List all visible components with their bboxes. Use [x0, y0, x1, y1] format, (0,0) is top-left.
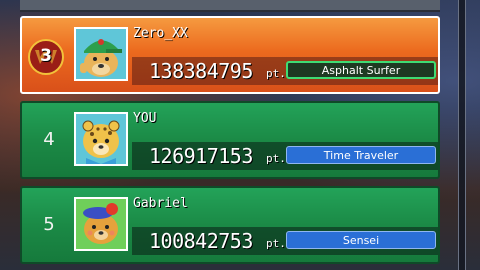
score-unit: pt.	[266, 237, 286, 250]
scrollbar[interactable]	[458, 0, 466, 270]
leaderboard-row-3[interactable]: 3 Zero_XX 138384795 pt. Asphalt Surfer	[20, 16, 440, 94]
score-bar: 126917153 pt. Time Traveler	[132, 142, 438, 170]
score-value: 138384795	[149, 59, 253, 83]
rank-medal-icon: 3	[27, 38, 65, 76]
player-title-badge: Asphalt Surfer	[286, 61, 436, 79]
player-title-badge: Time Traveler	[286, 146, 436, 164]
player-title-badge: Sensei	[286, 231, 436, 249]
score-bar: 138384795 pt. Asphalt Surfer	[132, 57, 438, 85]
player-name: Zero_XX	[133, 26, 188, 41]
previous-entry-edge	[20, 0, 440, 12]
rank-number: 5	[43, 214, 55, 235]
leaderboard-row-5[interactable]: 5 Gabriel 100842753 pt. Sensei	[20, 186, 440, 264]
score-value: 100842753	[149, 229, 253, 253]
score-unit: pt.	[266, 152, 286, 165]
leaderboard-row-4[interactable]: 4 YOU 126917153 pt. Time Traveler	[20, 101, 440, 179]
rank-number: 3	[40, 46, 52, 66]
rank-number: 4	[43, 129, 55, 150]
cheetah-avatar	[74, 112, 128, 166]
score-bar: 100842753 pt. Sensei	[132, 227, 438, 255]
pug-with-cap-avatar	[74, 27, 128, 81]
bear-with-beret-avatar	[74, 197, 128, 251]
player-name: YOU	[133, 111, 157, 126]
score-value: 126917153	[149, 144, 253, 168]
score-unit: pt.	[266, 67, 286, 80]
player-name: Gabriel	[133, 196, 188, 211]
